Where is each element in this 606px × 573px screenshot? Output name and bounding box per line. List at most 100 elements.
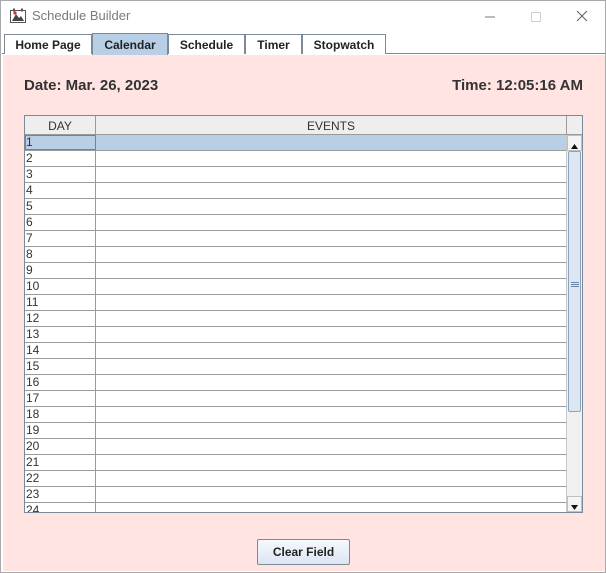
day-cell[interactable]: 21 <box>25 455 96 470</box>
day-cell[interactable]: 17 <box>25 391 96 406</box>
minimize-icon <box>485 7 495 26</box>
title-bar[interactable]: Schedule Builder <box>1 1 605 32</box>
tab-label: Stopwatch <box>313 37 375 52</box>
day-cell[interactable]: 5 <box>25 199 96 214</box>
day-cell[interactable]: 19 <box>25 423 96 438</box>
events-cell[interactable] <box>96 487 566 502</box>
table-row[interactable]: 24 <box>25 503 566 512</box>
table-row[interactable]: 12 <box>25 311 566 327</box>
day-cell[interactable]: 4 <box>25 183 96 198</box>
table-row[interactable]: 4 <box>25 183 566 199</box>
events-cell[interactable] <box>96 343 566 358</box>
app-icon <box>10 8 26 24</box>
events-cell[interactable] <box>96 247 566 262</box>
table-row[interactable]: 16 <box>25 375 566 391</box>
day-cell[interactable]: 1 <box>25 135 96 150</box>
events-cell[interactable] <box>96 455 566 470</box>
events-cell[interactable] <box>96 279 566 294</box>
table-row[interactable]: 8 <box>25 247 566 263</box>
table-row[interactable]: 22 <box>25 471 566 487</box>
day-cell[interactable]: 23 <box>25 487 96 502</box>
date-label: Date: Mar. 26, 2023 <box>24 77 159 94</box>
day-cell[interactable]: 6 <box>25 215 96 230</box>
table-row[interactable]: 5 <box>25 199 566 215</box>
events-cell[interactable] <box>96 151 566 166</box>
table-row[interactable]: 17 <box>25 391 566 407</box>
day-cell[interactable]: 13 <box>25 327 96 342</box>
scroll-thumb[interactable] <box>568 151 581 412</box>
day-cell[interactable]: 24 <box>25 503 96 512</box>
column-header-events[interactable]: EVENTS <box>96 116 566 135</box>
table-row[interactable]: 18 <box>25 407 566 423</box>
day-cell[interactable]: 3 <box>25 167 96 182</box>
table-row[interactable]: 19 <box>25 423 566 439</box>
tab-label: Home Page <box>15 37 81 52</box>
table-row[interactable]: 7 <box>25 231 566 247</box>
day-cell[interactable]: 16 <box>25 375 96 390</box>
events-cell[interactable] <box>96 439 566 454</box>
events-cell[interactable] <box>96 199 566 214</box>
table-row[interactable]: 11 <box>25 295 566 311</box>
table-body: 1 2 3 4 5 6 7 8 9 10 11 12 13 14 15 16 17 18 19 20 21 22 23 24 <box>25 135 566 512</box>
events-cell[interactable] <box>96 503 566 512</box>
events-cell[interactable] <box>96 215 566 230</box>
window-title: Schedule Builder <box>32 8 131 23</box>
day-cell[interactable]: 15 <box>25 359 96 374</box>
table-row[interactable]: 10 <box>25 279 566 295</box>
minimize-button[interactable] <box>467 1 513 32</box>
day-cell[interactable]: 2 <box>25 151 96 166</box>
events-cell[interactable] <box>96 311 566 326</box>
table-row[interactable]: 14 <box>25 343 566 359</box>
scroll-down-button[interactable] <box>567 496 582 512</box>
events-cell[interactable] <box>96 231 566 246</box>
table-row[interactable]: 3 <box>25 167 566 183</box>
maximize-icon <box>531 7 541 26</box>
table-row[interactable]: 2 <box>25 151 566 167</box>
events-cell[interactable] <box>96 423 566 438</box>
scroll-up-button[interactable] <box>567 135 582 151</box>
table-row[interactable]: 13 <box>25 327 566 343</box>
events-cell[interactable] <box>96 471 566 486</box>
events-cell[interactable] <box>96 167 566 182</box>
table-header: DAY EVENTS <box>25 116 566 135</box>
tab-stopwatch[interactable]: Stopwatch <box>302 34 386 54</box>
table-row[interactable]: 23 <box>25 487 566 503</box>
events-cell[interactable] <box>96 295 566 310</box>
day-cell[interactable]: 10 <box>25 279 96 294</box>
day-cell[interactable]: 20 <box>25 439 96 454</box>
table-row[interactable]: 21 <box>25 455 566 471</box>
maximize-button[interactable] <box>513 1 559 32</box>
day-cell[interactable]: 11 <box>25 295 96 310</box>
day-cell[interactable]: 22 <box>25 471 96 486</box>
tab-calendar[interactable]: Calendar <box>92 33 168 55</box>
day-cell[interactable]: 9 <box>25 263 96 278</box>
table-row[interactable]: 15 <box>25 359 566 375</box>
events-cell[interactable] <box>96 327 566 342</box>
vertical-scrollbar[interactable] <box>566 135 582 512</box>
table-row[interactable]: 6 <box>25 215 566 231</box>
day-cell[interactable]: 7 <box>25 231 96 246</box>
events-cell[interactable] <box>96 359 566 374</box>
app-window: Schedule Builder Home Page Calendar Sche… <box>0 0 606 573</box>
events-cell[interactable] <box>96 263 566 278</box>
day-cell[interactable]: 18 <box>25 407 96 422</box>
events-cell[interactable] <box>96 391 566 406</box>
close-button[interactable] <box>559 1 605 32</box>
events-cell[interactable] <box>96 407 566 422</box>
column-header-day[interactable]: DAY <box>25 116 96 135</box>
table-row[interactable]: 20 <box>25 439 566 455</box>
header-corner <box>566 116 582 135</box>
tab-home-page[interactable]: Home Page <box>4 34 92 54</box>
day-cell[interactable]: 14 <box>25 343 96 358</box>
tab-timer[interactable]: Timer <box>245 34 302 54</box>
tab-schedule[interactable]: Schedule <box>168 34 245 54</box>
clear-field-button[interactable]: Clear Field <box>257 539 350 565</box>
tab-bar: Home Page Calendar Schedule Timer Stopwa… <box>2 32 605 55</box>
events-cell[interactable] <box>96 375 566 390</box>
events-cell[interactable] <box>96 183 566 198</box>
events-cell[interactable] <box>96 135 566 150</box>
table-row[interactable]: 9 <box>25 263 566 279</box>
day-cell[interactable]: 8 <box>25 247 96 262</box>
day-cell[interactable]: 12 <box>25 311 96 326</box>
table-row[interactable]: 1 <box>25 135 566 151</box>
